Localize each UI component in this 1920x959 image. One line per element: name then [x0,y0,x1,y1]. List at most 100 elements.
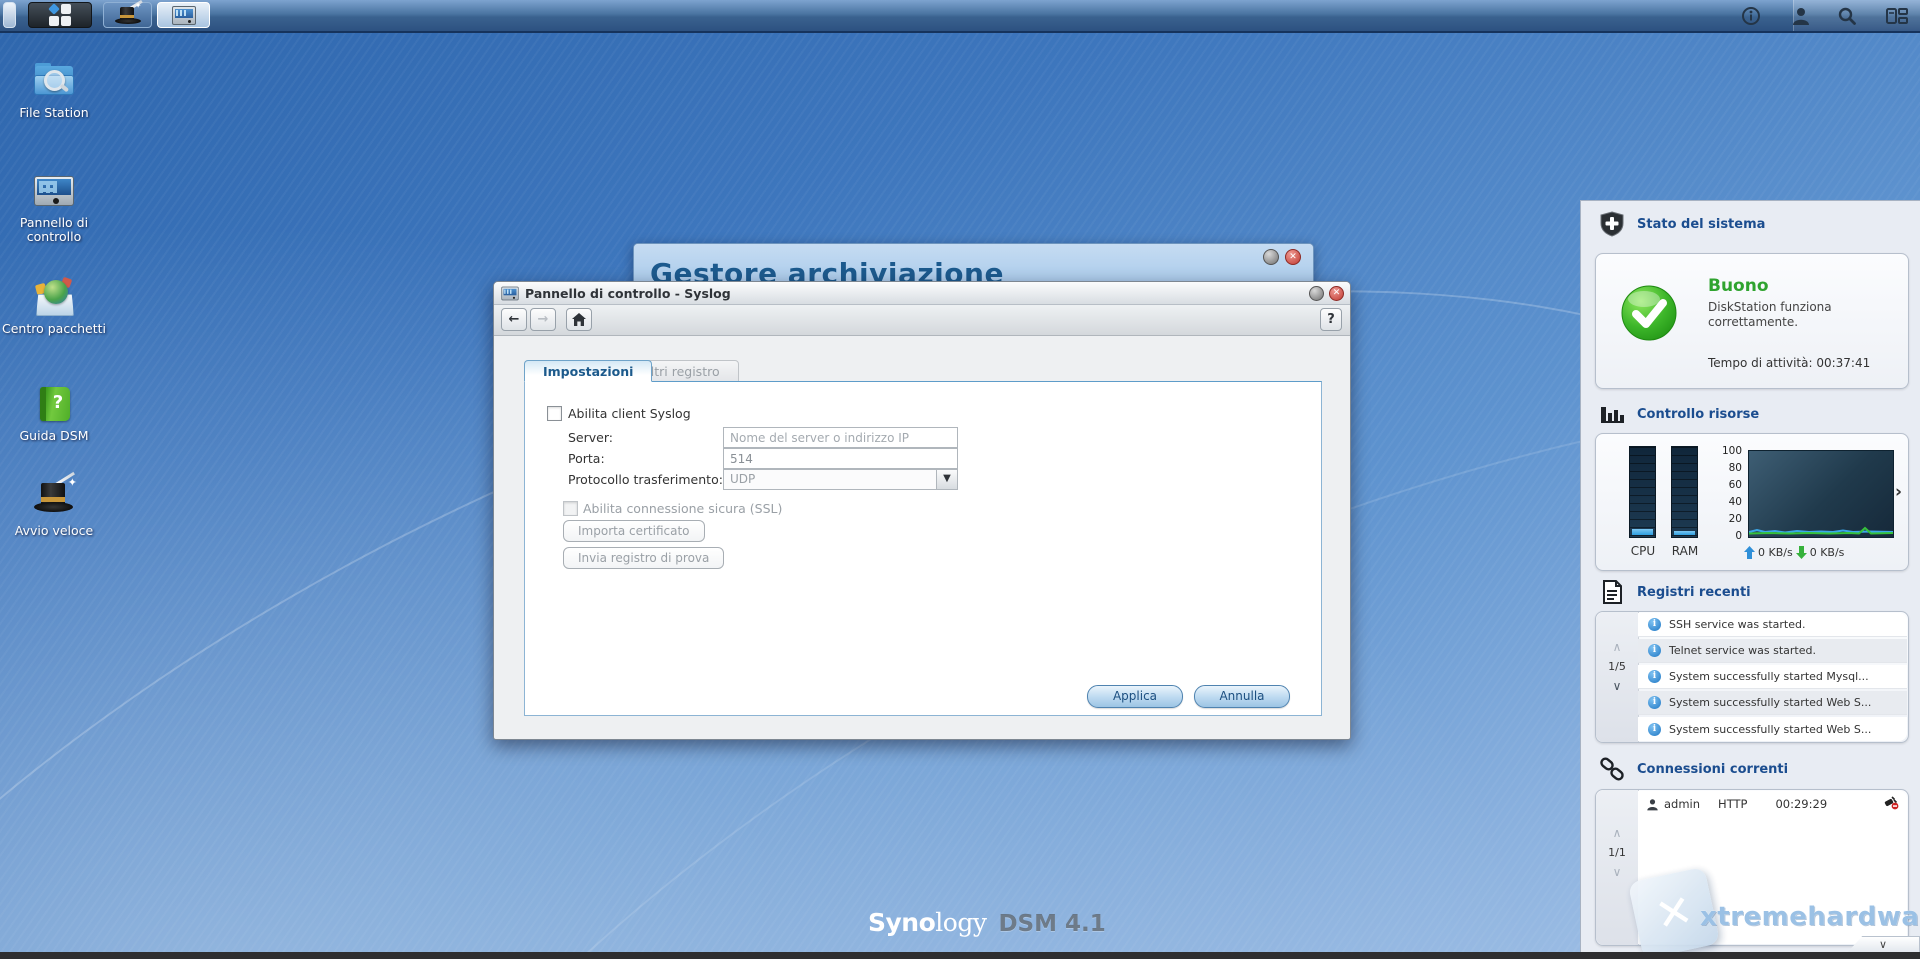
send-test-log-button[interactable]: Invia registro di prova [563,547,725,569]
import-certificate-button[interactable]: Importa certificato [563,520,705,542]
resources-section-title: Controllo risorse [1637,407,1760,422]
server-input[interactable] [723,427,958,448]
log-row[interactable]: i SSH service was started. [1638,613,1907,637]
close-icon[interactable]: ✕ [1329,285,1344,301]
dsm-help-icon: ? [32,385,76,425]
desktop-icon-label: Guida DSM [19,428,89,443]
desktop-icon-label: Pannello di controllo [19,215,89,245]
health-uptime: Tempo di attività: 00:37:41 [1708,356,1871,370]
main-menu-icon [48,3,71,26]
health-status: Buono [1708,276,1769,296]
axis-tick: 60 [1728,479,1742,491]
home-button[interactable] [566,308,592,331]
info-icon: i [1648,644,1661,657]
log-row[interactable]: i System successfully started Web S... [1638,691,1907,715]
taskbar: ✦ [0,0,1920,33]
upload-arrow-icon [1744,546,1755,559]
close-icon[interactable]: ✕ [1285,249,1301,265]
taskbar-control-panel-button[interactable] [157,2,210,28]
axis-tick: 40 [1728,496,1742,508]
quick-start-icon: ✦ [32,471,77,520]
server-label: Server: [568,430,613,445]
logs-section-title: Registri recenti [1637,585,1751,600]
cpu-label: CPU [1630,544,1656,558]
package-center-icon [32,276,76,318]
minimize-button[interactable] [1309,285,1324,301]
log-document-icon [1599,579,1625,605]
connection-row[interactable]: admin HTTP 00:29:29 [1638,791,1907,817]
pilot-view-icon[interactable] [1886,5,1908,27]
axis-tick: 100 [1721,445,1742,457]
control-panel-desktop-icon [32,172,76,212]
resource-card[interactable]: CPU RAM 100 80 60 40 20 0 0 KB/s 0 KB/s … [1595,433,1909,571]
desktop-icon-quick-start[interactable]: ✦ Avvio veloce [2,471,106,538]
link-icon [1599,756,1625,782]
log-row[interactable]: i Telnet service was started. [1638,639,1907,663]
axis-tick: 0 [1735,530,1742,542]
tab-settings[interactable]: Impostazioni [524,360,653,382]
dsm-version: DSM 4.1 [998,911,1106,937]
user-icon[interactable] [1790,5,1812,27]
log-row[interactable]: i System successfully started Web S... [1638,717,1907,741]
synology-logo: Syno logy DSM 4.1 [868,908,1106,938]
bar-chart-icon [1599,401,1625,427]
syslog-dialog: Pannello di controllo - Syslog ✕ ← → ? I… [493,281,1351,740]
ssl-checkbox[interactable] [563,501,578,516]
log-row[interactable]: i System successfully started Mysql... [1638,665,1907,689]
desktop-icon-dsm-help[interactable]: ? Guida DSM [2,385,106,443]
protocol-select[interactable]: UDP ▼ [723,469,958,490]
health-card: Buono DiskStation funziona correttamente… [1595,253,1909,389]
ram-label: RAM [1671,544,1699,558]
network-legend: 0 KB/s 0 KB/s [1744,546,1844,559]
download-arrow-icon [1795,546,1807,559]
bottom-edge-bar [0,952,1920,959]
pager-down-icon[interactable]: ∨ [1596,679,1638,693]
dialog-titlebar[interactable]: Pannello di controllo - Syslog ✕ [494,282,1350,305]
info-icon: i [1648,618,1661,631]
info-icon[interactable] [1740,5,1762,27]
taskbar-quick-launch-button[interactable]: ✦ [103,0,152,28]
main-menu-button[interactable] [28,2,92,28]
apply-button[interactable]: Applica [1087,685,1183,708]
back-button[interactable]: ← [501,308,527,331]
magic-hat-icon: ✦ [114,0,142,25]
connection-duration: 00:29:29 [1775,797,1828,811]
log-text: SSH service was started. [1669,618,1806,631]
pager-up-icon[interactable]: ∧ [1596,640,1638,654]
log-text: System successfully started Web S... [1669,722,1872,736]
cancel-button[interactable]: Annulla [1194,685,1290,708]
enable-syslog-label: Abilita client Syslog [568,406,691,421]
port-input[interactable] [723,448,958,469]
enable-syslog-checkbox[interactable] [547,406,562,421]
desktop-icon-file-station[interactable]: File Station [2,62,106,120]
cpu-gauge [1629,446,1656,538]
desktop-icon-label: Avvio veloce [14,523,94,538]
axis-tick: 80 [1728,462,1742,474]
pager-down-icon[interactable]: ∨ [1596,865,1638,879]
info-icon: i [1648,670,1661,683]
logs-pager: ∧ 1/5 ∨ [1596,612,1639,742]
connection-protocol: HTTP [1718,797,1748,811]
minimize-button[interactable] [1263,249,1279,265]
disconnect-icon[interactable] [1883,795,1899,813]
pager-count: 1/5 [1608,660,1626,673]
ssl-label: Abilita connessione sicura (SSL) [583,501,783,516]
dialog-toolbar: ← → ? [494,305,1350,336]
logs-card: ∧ 1/5 ∨ i SSH service was started. i Telne… [1595,611,1909,743]
forward-button[interactable]: → [530,308,556,331]
desktop-icon-package-center[interactable]: Centro pacchetti [2,276,106,336]
download-rate: 0 KB/s [1809,546,1845,559]
health-description: DiskStation funziona correttamente. [1708,300,1832,329]
help-button[interactable]: ? [1320,308,1342,331]
show-desktop-button[interactable] [3,2,16,28]
health-section-title: Stato del sistema [1637,217,1766,232]
connections-pager: ∧ 1/1 ∨ [1596,790,1639,945]
info-icon: i [1648,722,1661,736]
chevron-down-icon[interactable]: ▼ [936,470,957,489]
desktop-icon-control-panel[interactable]: Pannello di controllo [2,172,106,245]
expand-chevron-icon[interactable]: › [1895,482,1902,502]
protocol-label: Protocollo trasferimento: [568,472,723,487]
pager-up-icon[interactable]: ∧ [1596,826,1638,840]
info-icon: i [1648,696,1661,709]
search-icon[interactable] [1836,5,1858,27]
